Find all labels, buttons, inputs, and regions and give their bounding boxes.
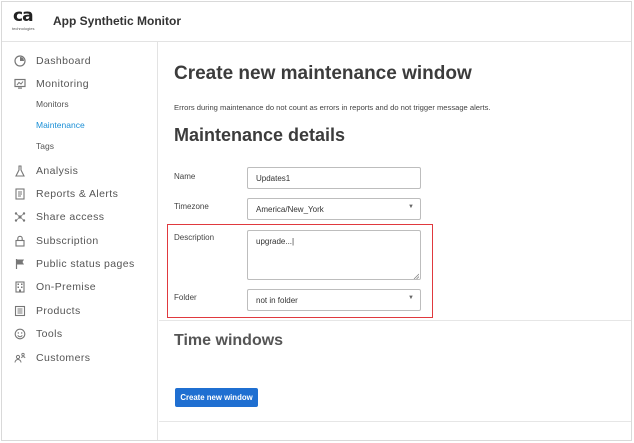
- products-icon: [14, 305, 26, 317]
- sidebar-item-label: Monitoring: [36, 78, 90, 90]
- chevron-down-icon: ▼: [408, 295, 414, 301]
- share-icon: [14, 211, 26, 223]
- flag-icon: [14, 258, 26, 270]
- divider: [159, 421, 631, 422]
- sidebar-item-products[interactable]: Products: [2, 303, 157, 321]
- timezone-select[interactable]: America/New_York ▼: [247, 198, 421, 220]
- timezone-value: America/New_York: [256, 205, 324, 214]
- create-new-window-button[interactable]: Create new window: [175, 388, 258, 407]
- sidebar-item-share-access[interactable]: Share access: [2, 209, 157, 227]
- page-title: Create new maintenance window: [174, 63, 472, 84]
- sidebar-item-public-status-pages[interactable]: Public status pages: [2, 256, 157, 274]
- description-field[interactable]: upgrade...|: [247, 230, 421, 280]
- sidebar-item-label: Subscription: [36, 235, 99, 247]
- timezone-label: Timezone: [174, 202, 209, 211]
- sidebar-item-dashboard[interactable]: Dashboard: [2, 53, 157, 71]
- sidebar-subitem-maintenance[interactable]: Maintenance: [36, 120, 85, 130]
- monitor-icon: [14, 78, 26, 90]
- dashboard-icon: [14, 55, 26, 67]
- sidebar-item-label: Analysis: [36, 165, 79, 177]
- sidebar-item-label: Reports & Alerts: [36, 188, 119, 200]
- main-content: Create new maintenance window Errors dur…: [159, 42, 631, 440]
- sidebar-item-on-premise[interactable]: On-Premise: [2, 279, 157, 297]
- sidebar-item-label: Dashboard: [36, 55, 91, 67]
- folder-select[interactable]: not in folder ▼: [247, 289, 421, 311]
- sidebar-item-monitoring[interactable]: Monitoring: [2, 76, 157, 94]
- section-title-time-windows: Time windows: [174, 332, 284, 349]
- flask-icon: [14, 165, 26, 177]
- sidebar-item-tools[interactable]: Tools: [2, 326, 157, 344]
- divider: [159, 320, 631, 321]
- chevron-down-icon: ▼: [408, 204, 414, 210]
- section-title-maintenance-details: Maintenance details: [174, 125, 346, 145]
- sidebar-item-label: Share access: [36, 211, 105, 223]
- resize-grip-icon[interactable]: [413, 272, 420, 280]
- sidebar-subitem-monitors[interactable]: Monitors: [36, 99, 69, 109]
- sidebar-item-label: Customers: [36, 352, 91, 364]
- description-label: Description: [174, 233, 215, 242]
- logo-mark: ca: [13, 6, 34, 26]
- tools-icon: [14, 328, 26, 340]
- description-value: upgrade...|: [256, 237, 295, 246]
- customers-icon: [14, 352, 26, 364]
- top-bar: ca technologies App Synthetic Monitor: [2, 2, 631, 42]
- sidebar-subitem-tags[interactable]: Tags: [36, 141, 54, 151]
- sidebar-item-reports-alerts[interactable]: Reports & Alerts: [2, 186, 157, 204]
- ca-logo[interactable]: ca technologies: [12, 8, 42, 36]
- sidebar-item-label: Public status pages: [36, 258, 135, 270]
- logo-subtext: technologies: [12, 26, 35, 31]
- building-icon: [14, 281, 26, 293]
- sidebar-item-label: Tools: [36, 328, 63, 340]
- intro-text: Errors during maintenance do not count a…: [174, 103, 491, 112]
- app-title: App Synthetic Monitor: [53, 14, 181, 28]
- app-window: ca technologies App Synthetic Monitor Da…: [1, 1, 632, 441]
- sidebar-item-label: On-Premise: [36, 281, 97, 293]
- name-label: Name: [174, 172, 196, 181]
- sidebar-item-subscription[interactable]: Subscription: [2, 233, 157, 251]
- sidebar-item-customers[interactable]: Customers: [2, 350, 157, 368]
- folder-label: Folder: [174, 293, 197, 302]
- folder-value: not in folder: [256, 296, 298, 305]
- lock-icon: [14, 235, 26, 247]
- sidebar-item-analysis[interactable]: Analysis: [2, 163, 157, 181]
- report-icon: [14, 188, 26, 200]
- name-field[interactable]: Updates1: [247, 167, 421, 189]
- sidebar-item-label: Products: [36, 305, 81, 317]
- sidebar: Dashboard Monitoring Monitors Maintenanc…: [2, 42, 158, 440]
